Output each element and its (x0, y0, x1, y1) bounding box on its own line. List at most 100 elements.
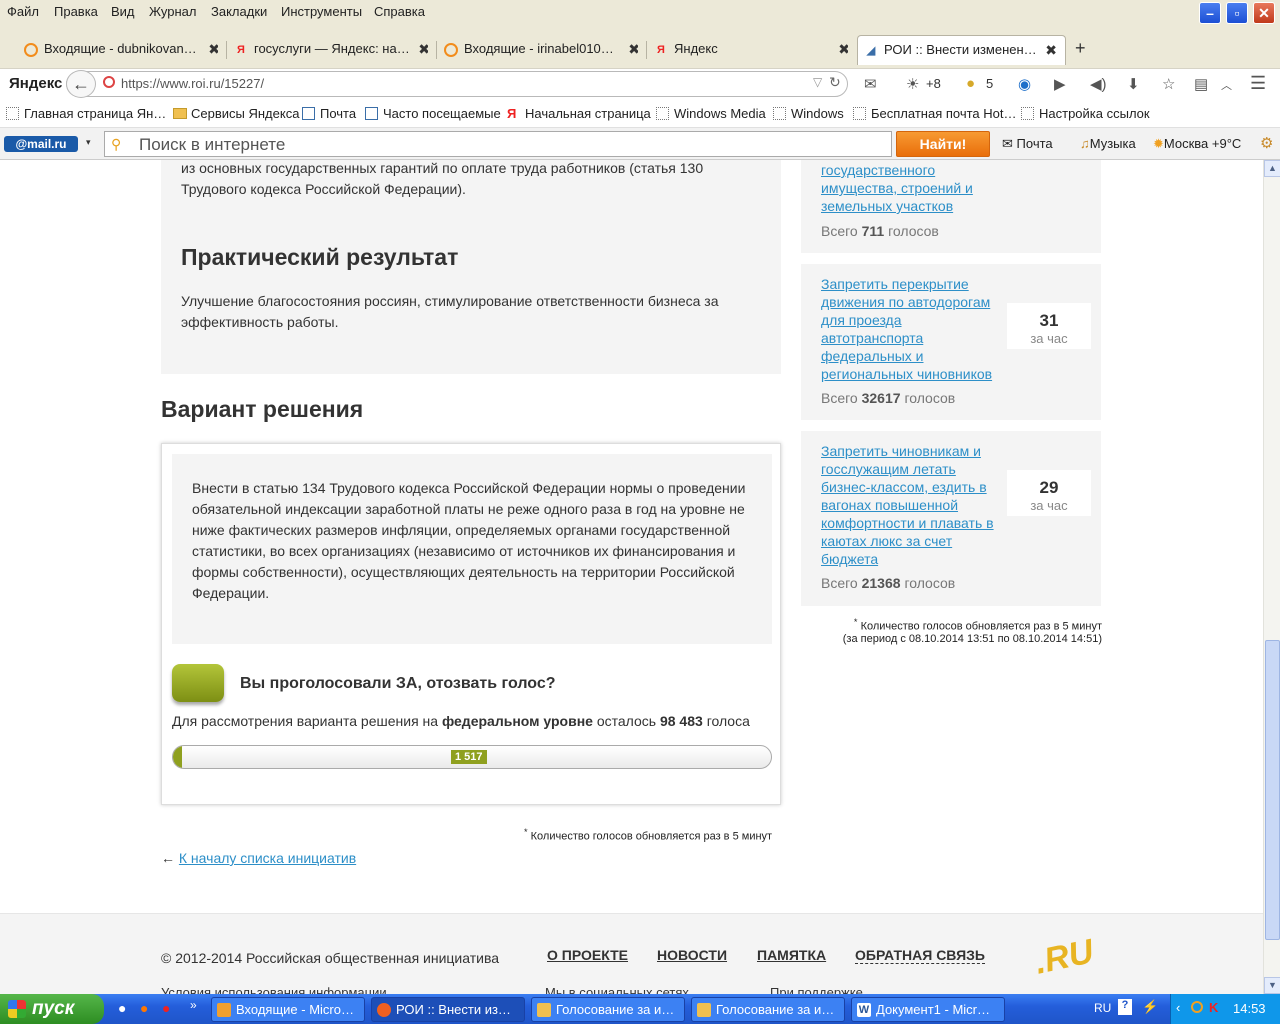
sidebar-initiative: Запретить чиновникам и госслужащим летат… (801, 431, 1101, 606)
network-icon[interactable]: ⚡ (1142, 999, 1158, 1015)
hamburger-menu-icon[interactable]: ☰ (1250, 73, 1266, 94)
taskbar-word[interactable]: W Документ1 - Micr… (851, 997, 1005, 1022)
footer-link-about[interactable]: О ПРОЕКТЕ (547, 947, 628, 963)
page-icon (656, 107, 669, 120)
taskbar-folder-1[interactable]: Голосование за и… (531, 997, 685, 1022)
menu-file[interactable]: Файл (7, 4, 39, 19)
tab-roi-active[interactable]: ◢ РОИ :: Внести изменен… ✖ (857, 35, 1066, 65)
bookmark-item[interactable]: Почта (302, 106, 356, 121)
bookmark-item[interactable]: Windows Media (656, 106, 766, 121)
mail-icon[interactable]: ✉ (864, 75, 877, 93)
initiative-total: Всего 32617 голосов (821, 390, 955, 406)
more-icon[interactable]: » (190, 998, 197, 1012)
star-icon[interactable]: ☆ (1162, 75, 1175, 93)
close-tab-icon[interactable]: ✖ (628, 41, 638, 58)
initiative-link[interactable]: государственного имущества, строений и з… (821, 161, 991, 215)
navigation-bar: Яндекс https://www.roi.ru/15227/ ▽ ↻ ← ✉… (0, 68, 1280, 100)
url-field[interactable]: https://www.roi.ru/15227/ ▽ ↻ (66, 71, 848, 97)
footer-link-feedback[interactable]: ОБРАТНАЯ СВЯЗЬ (855, 947, 985, 964)
close-tab-icon[interactable]: ✖ (838, 41, 848, 58)
mailru-agent-icon[interactable] (1191, 1001, 1203, 1013)
start-button[interactable]: пуск (0, 994, 104, 1024)
menu-edit[interactable]: Правка (54, 4, 98, 19)
back-to-list-link[interactable]: К началу списка инициатив (179, 850, 356, 866)
vote-for-button[interactable] (172, 664, 224, 702)
quicklaunch-icon[interactable]: ● (118, 1000, 126, 1016)
page-scrollbar[interactable]: ▲ ▼ (1263, 160, 1280, 994)
speaker-icon[interactable]: ◀) (1090, 75, 1107, 93)
mailru-agent-icon[interactable]: ◉ (1018, 75, 1031, 93)
folder-icon (173, 108, 187, 119)
dropdown-icon[interactable]: ▽ (813, 75, 822, 89)
close-tab-icon[interactable]: ✖ (1045, 42, 1057, 59)
close-tab-icon[interactable]: ✖ (208, 41, 218, 58)
menu-help[interactable]: Справка (374, 4, 425, 19)
menu-bookmarks[interactable]: Закладки (211, 4, 267, 19)
bookmark-item[interactable]: Главная страница Ян… (6, 106, 166, 121)
bookmark-item[interactable]: Windows (773, 106, 844, 121)
music-link[interactable]: ♫Музыка (1080, 136, 1136, 151)
mailru-logo[interactable]: @mail.ru (4, 136, 78, 152)
yandex-logo[interactable]: Яндекс (9, 75, 62, 92)
search-input[interactable]: ⚲ Поиск в интернете (104, 131, 892, 157)
traffic-icon[interactable]: ● (966, 75, 975, 92)
yandex-browser-icon[interactable]: ● (162, 1000, 170, 1016)
new-tab-icon[interactable]: + (1075, 38, 1086, 59)
scroll-thumb[interactable] (1265, 640, 1280, 940)
start-label: пуск (32, 998, 75, 1019)
reader-icon[interactable]: ▤ (1194, 75, 1208, 93)
initiative-link[interactable]: Запретить перекрытие движения по автодор… (821, 275, 1001, 383)
reload-icon[interactable]: ↻ (829, 74, 841, 91)
close-tab-icon[interactable]: ✖ (418, 41, 428, 58)
chevron-up-icon[interactable]: ︿ (1221, 77, 1232, 93)
initiative-link[interactable]: Запретить чиновникам и госслужащим летат… (821, 442, 1001, 568)
task-label: РОИ :: Внести из… (396, 1002, 511, 1017)
settings-gear-icon[interactable]: ⚙ (1260, 134, 1273, 152)
back-button[interactable]: ← (66, 70, 96, 98)
search-button[interactable]: Найти! (896, 131, 990, 157)
minimize-icon[interactable]: – (1199, 2, 1221, 24)
footer-link-memo[interactable]: ПАМЯТКА (757, 947, 826, 963)
tab-mail-1[interactable]: Входящие - dubnikovan… ✖ (18, 35, 218, 65)
bookmarks-bar: Главная страница Ян… Сервисы Яндекса Поч… (0, 100, 1280, 128)
mail-link[interactable]: ✉ Почта (1002, 136, 1053, 152)
language-indicator[interactable]: RU (1094, 1001, 1111, 1015)
bookmark-item[interactable]: Сервисы Яндекса (173, 106, 299, 121)
menu-tools[interactable]: Инструменты (281, 4, 362, 19)
taskbar-outlook[interactable]: Входящие - Micro… (211, 997, 365, 1022)
tab-yandex[interactable]: Я Яндекс ✖ (648, 35, 848, 65)
play-icon[interactable]: ▶ (1054, 75, 1066, 93)
count-label: за час (1030, 331, 1068, 346)
menu-view[interactable]: Вид (111, 4, 135, 19)
remaining-level: федеральном уровне (441, 713, 593, 729)
maximize-icon[interactable]: ▫ (1226, 2, 1248, 24)
scroll-down-icon[interactable]: ▼ (1264, 977, 1280, 994)
weather-link[interactable]: ✹Москва +9°C (1153, 136, 1241, 152)
variant-text-box: Внести в статью 134 Трудового кодекса Ро… (172, 454, 772, 644)
scroll-up-icon[interactable]: ▲ (1264, 160, 1280, 177)
firefox-icon[interactable]: ● (140, 1000, 148, 1016)
tab-mail-2[interactable]: Входящие - irinabel010… ✖ (438, 35, 638, 65)
bookmark-item[interactable]: Бесплатная почта Hot… (853, 106, 1016, 121)
kaspersky-icon[interactable]: K (1209, 1000, 1218, 1015)
site-identity-icon[interactable] (103, 76, 115, 88)
initiative-total: Всего 21368 голосов (821, 575, 955, 591)
weather-icon[interactable]: ☀ (906, 75, 919, 93)
tray-expand-icon[interactable]: ‹ (1176, 1000, 1180, 1015)
footer-terms-link[interactable]: Условия использования информации (161, 985, 387, 994)
taskbar-firefox[interactable]: РОИ :: Внести из… (371, 997, 525, 1022)
help-icon[interactable]: ? (1118, 999, 1132, 1015)
tab-gosuslugi[interactable]: Я госуслуги — Яндекс: на… ✖ (228, 35, 428, 65)
footer-link-news[interactable]: НОВОСТИ (657, 947, 727, 963)
menu-history[interactable]: Журнал (149, 4, 196, 19)
chevron-down-icon[interactable]: ▾ (86, 137, 91, 148)
close-window-icon[interactable]: ✕ (1253, 2, 1275, 24)
download-icon[interactable]: ⬇ (1127, 75, 1140, 93)
taskbar-folder-2[interactable]: Голосование за и… (691, 997, 845, 1022)
bookmark-item[interactable]: Настройка ссылок (1021, 106, 1150, 121)
total-value: 711 (861, 223, 885, 239)
firefox-icon (377, 1003, 391, 1017)
vote-status[interactable]: Вы проголосовали ЗА, отозвать голос? (240, 675, 556, 693)
bookmark-item[interactable]: Я Начальная страница (507, 106, 651, 121)
bookmark-item[interactable]: Часто посещаемые (365, 106, 501, 121)
